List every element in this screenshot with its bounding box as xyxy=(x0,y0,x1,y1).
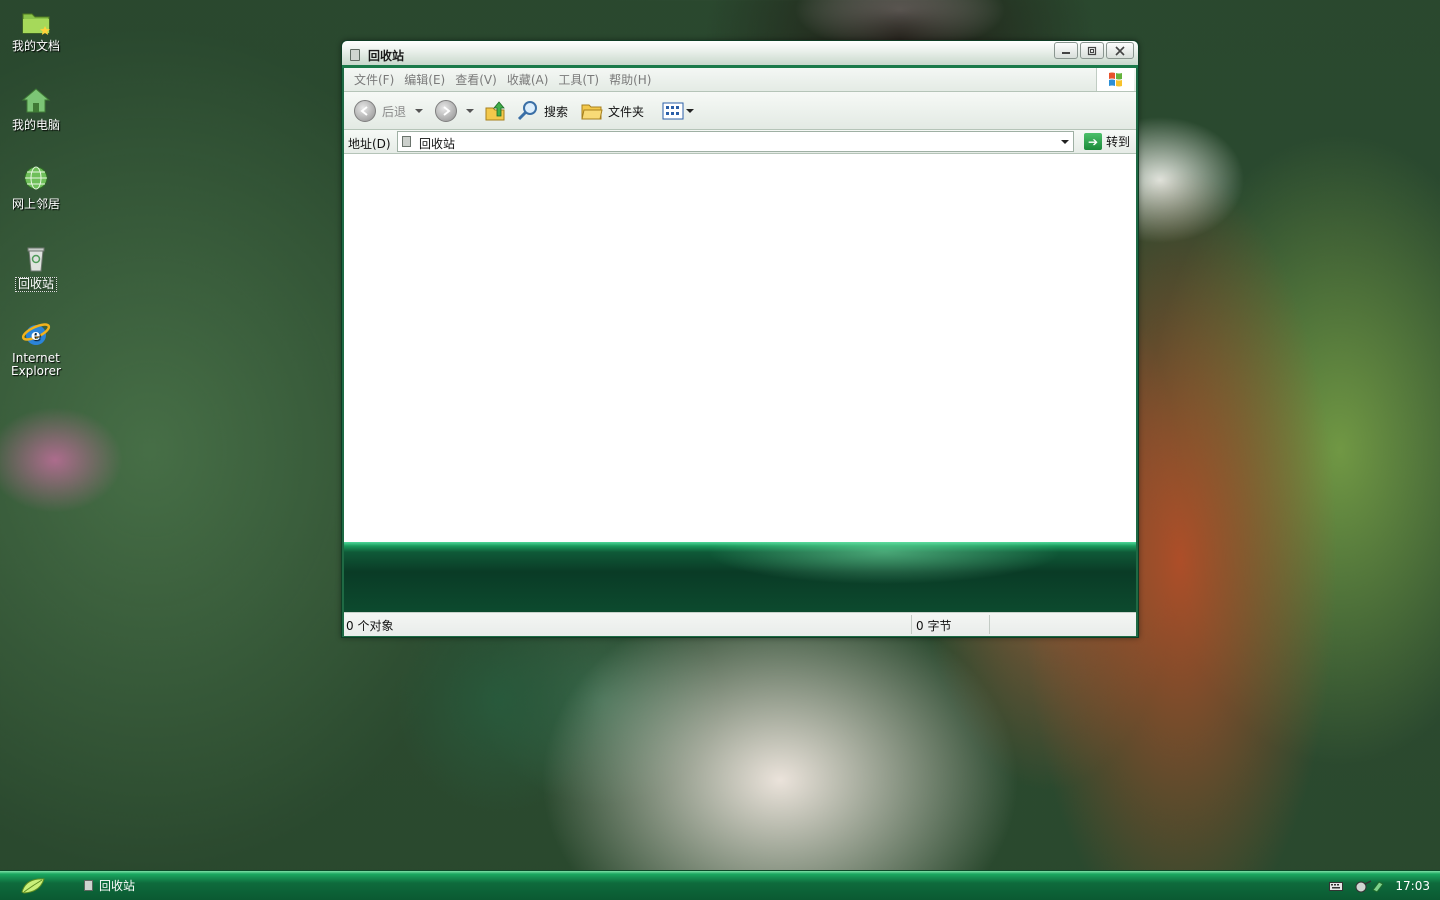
network-icon xyxy=(20,164,52,196)
forward-button[interactable] xyxy=(435,92,457,130)
minimize-button[interactable] xyxy=(1054,42,1078,59)
desktop-icon-label: 回收站 xyxy=(14,277,57,292)
chevron-down-icon xyxy=(686,109,694,113)
folders-label: 文件夹 xyxy=(608,104,645,119)
taskbar: 回收站 17:03 xyxy=(0,870,1440,900)
desktop-icon-label: 我的电脑 xyxy=(11,118,60,132)
keyboard-icon[interactable] xyxy=(1329,880,1344,892)
recycle-bin-icon xyxy=(20,243,52,275)
address-bar: 地址(D) 回收站 ➔ 转到 xyxy=(344,130,1136,154)
close-icon xyxy=(1115,45,1125,56)
address-value: 回收站 xyxy=(419,137,456,151)
status-size: 0 字节 xyxy=(916,619,952,633)
desktop-icon-my-computer[interactable]: 我的电脑 xyxy=(6,85,66,132)
restore-icon xyxy=(1087,46,1097,55)
address-label: 地址(D) xyxy=(348,137,391,151)
taskbar-item-label: 回收站 xyxy=(99,879,136,893)
menu-help[interactable]: 帮助(H) xyxy=(607,71,659,88)
network-tray-icon[interactable] xyxy=(1353,878,1385,894)
close-button[interactable] xyxy=(1106,42,1134,59)
menu-file[interactable]: 文件(F) xyxy=(352,71,402,88)
forward-dropdown[interactable] xyxy=(466,92,474,130)
window-title: 回收站 xyxy=(368,49,405,63)
address-dropdown[interactable] xyxy=(1056,132,1073,151)
back-icon xyxy=(354,100,376,122)
desktop-icon-network[interactable]: 网上邻居 xyxy=(6,164,66,211)
desktop-icon-internet-explorer[interactable]: e Internet Explorer xyxy=(6,318,66,378)
menu-favorites[interactable]: 收藏(A) xyxy=(505,71,557,88)
status-object-count: 0 个对象 xyxy=(346,619,394,633)
go-button[interactable]: ➔ 转到 xyxy=(1083,132,1130,151)
computer-icon xyxy=(20,85,52,117)
go-label: 转到 xyxy=(1105,135,1130,149)
desktop-icon-recycle-bin[interactable]: 回收站 xyxy=(6,243,66,292)
menu-bar: 文件(F) 编辑(E) 查看(V) 收藏(A) 工具(T) 帮助(H) xyxy=(344,68,1136,92)
menu-tools[interactable]: 工具(T) xyxy=(556,71,607,88)
start-leaf-icon xyxy=(21,878,45,894)
desktop-icon-my-documents[interactable]: 我的文档 xyxy=(6,6,66,53)
folder-icon xyxy=(20,6,52,38)
menu-view[interactable]: 查看(V) xyxy=(453,71,505,88)
chevron-down-icon xyxy=(415,109,423,113)
search-button[interactable]: 搜索 xyxy=(516,92,568,130)
desktop-icon-label: 我的文档 xyxy=(11,39,60,53)
toolbar: 后退 搜索 文件夹 xyxy=(344,92,1136,130)
back-button[interactable]: 后退 xyxy=(354,92,406,130)
maximize-button[interactable] xyxy=(1080,42,1104,59)
desktop-icon-label: Internet Explorer xyxy=(11,351,61,378)
status-divider xyxy=(911,615,912,634)
menu-edit[interactable]: 编辑(E) xyxy=(402,71,453,88)
ie-icon: e xyxy=(20,318,52,350)
folders-icon xyxy=(581,104,603,120)
up-folder-icon xyxy=(485,101,505,121)
decorative-band xyxy=(344,542,1136,612)
minimize-icon xyxy=(1062,51,1070,54)
go-icon: ➔ xyxy=(1083,133,1102,150)
back-dropdown[interactable] xyxy=(415,92,423,130)
up-button[interactable] xyxy=(484,92,506,130)
recycle-bin-icon xyxy=(84,880,93,891)
search-icon xyxy=(517,101,537,121)
recycle-bin-icon xyxy=(350,49,360,61)
status-bar: 0 个对象 0 字节 xyxy=(344,612,1136,636)
title-bar[interactable]: 回收站 xyxy=(342,41,1138,68)
desktop-icon-label: 网上邻居 xyxy=(11,197,60,211)
start-button[interactable] xyxy=(18,876,48,896)
forward-icon xyxy=(435,100,457,122)
windows-logo-icon xyxy=(1096,68,1134,91)
taskbar-item-recycle-bin[interactable]: 回收站 xyxy=(84,877,135,894)
back-label: 后退 xyxy=(382,104,407,119)
chevron-down-icon xyxy=(466,109,474,113)
svg-text:e: e xyxy=(31,326,41,344)
search-label: 搜索 xyxy=(544,104,569,119)
address-input[interactable]: 回收站 xyxy=(397,131,1074,152)
chevron-down-icon xyxy=(1060,139,1069,144)
clock[interactable]: 17:03 xyxy=(1395,879,1430,893)
views-icon xyxy=(662,102,684,120)
file-list-area[interactable] xyxy=(344,154,1136,542)
recycle-bin-icon xyxy=(402,136,411,147)
recycle-bin-window[interactable]: 回收站 文件(F) 编辑(E) 查看(V) 收藏(A) 工具(T) 帮助(H) xyxy=(341,40,1139,638)
status-divider xyxy=(989,615,990,634)
folders-button[interactable]: 文件夹 xyxy=(580,92,644,130)
system-tray: 17:03 xyxy=(1329,871,1440,900)
views-button[interactable] xyxy=(662,92,694,130)
